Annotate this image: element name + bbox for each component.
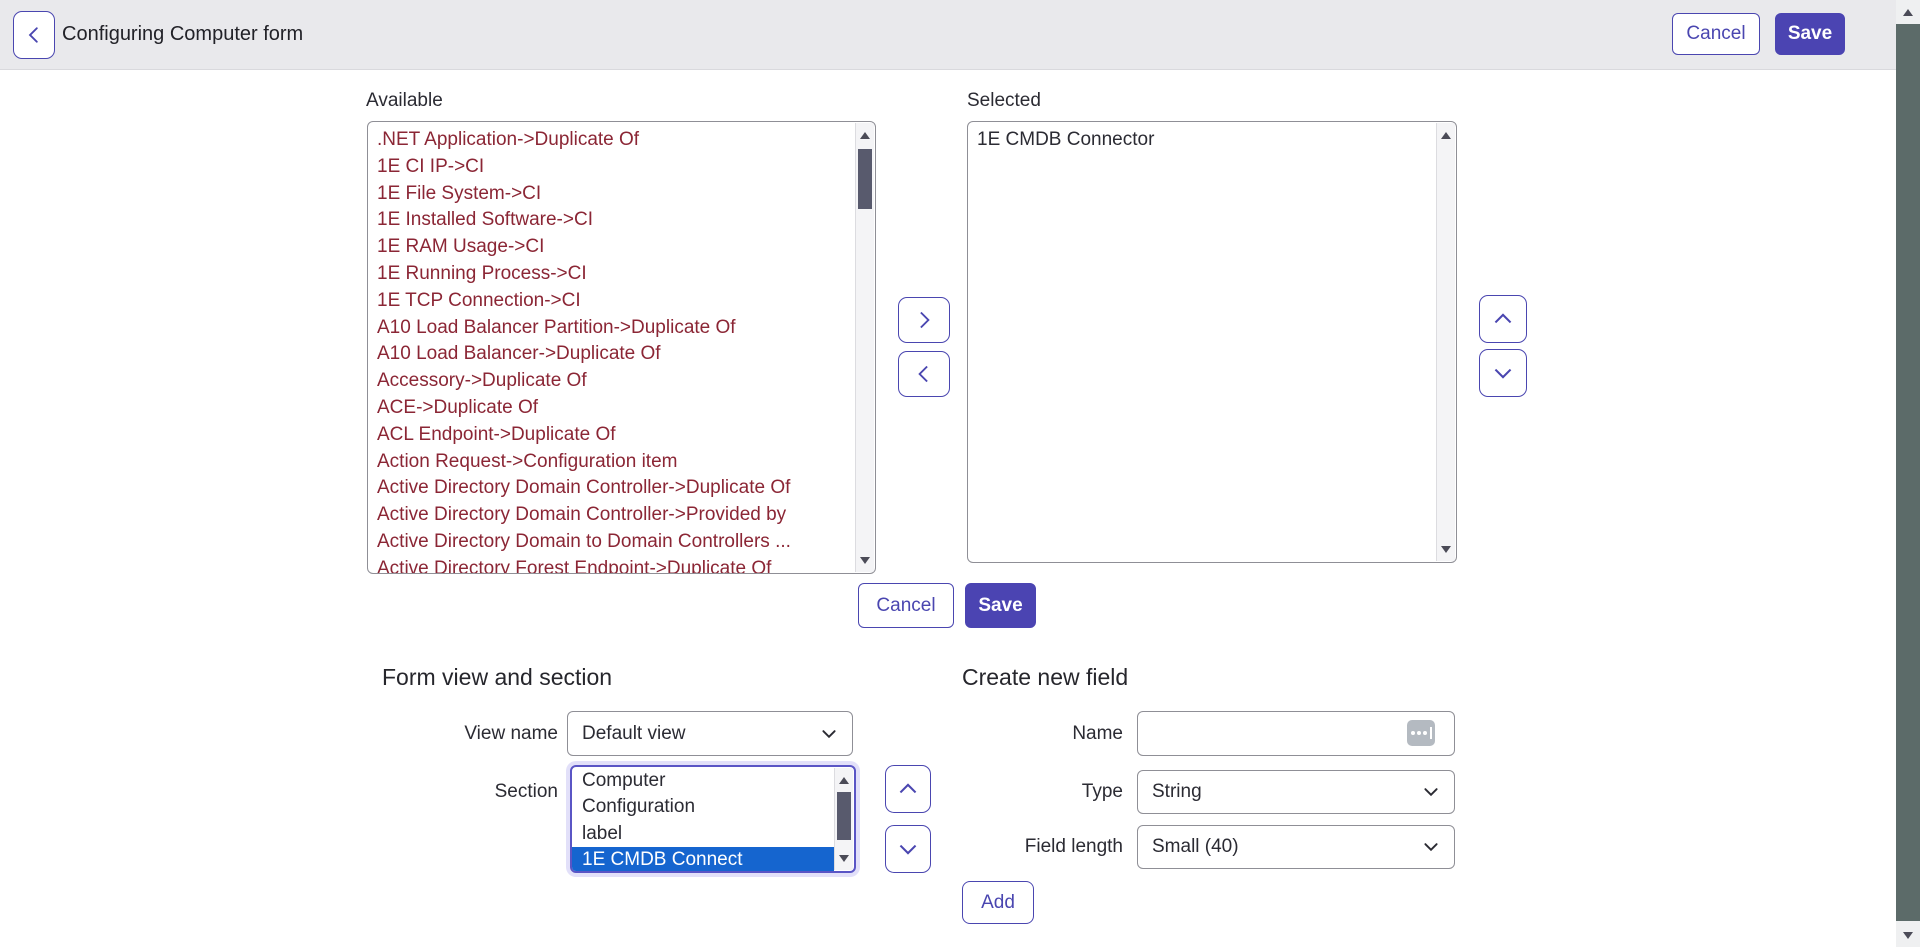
available-list-item[interactable]: 1E Running Process->CI [368,261,855,288]
header-cancel-button[interactable]: Cancel [1672,13,1760,55]
selected-listbox[interactable]: 1E CMDB Connector [967,121,1457,563]
available-list-item[interactable]: 1E File System->CI [368,181,855,208]
triangle-down-icon [839,855,849,862]
create-field-heading: Create new field [962,664,1128,691]
page-scrollbar-thumb[interactable] [1896,24,1920,921]
triangle-up-icon [1441,132,1451,139]
section-list-item[interactable]: Configuration [572,794,834,820]
triangle-up-icon [839,777,849,784]
selected-move-up-button[interactable] [1479,295,1527,343]
chevron-down-icon [1422,783,1440,801]
available-list-item[interactable]: .NET Application->Duplicate Of [368,127,855,154]
scroll-up-button[interactable] [1437,125,1455,145]
available-list-item[interactable]: Accessory->Duplicate Of [368,368,855,395]
back-button[interactable] [13,11,55,59]
name-label: Name [895,711,1123,756]
available-scrollbar[interactable] [855,123,874,572]
section-scrollbar[interactable] [834,768,853,870]
scroll-down-button[interactable] [1437,539,1455,559]
view-name-value: Default view [582,723,686,745]
field-length-select[interactable]: Small (40) [1137,825,1455,869]
header-bar: Configuring Computer form Cancel Save [0,0,1920,70]
move-to-available-button[interactable] [898,351,950,397]
chevron-down-icon [820,725,838,743]
available-list-item[interactable]: Active Directory Domain Controller->Prov… [368,502,855,529]
page-scroll-up-button[interactable] [1896,0,1920,24]
available-list-item[interactable]: 1E Installed Software->CI [368,207,855,234]
chevron-left-icon [25,25,43,45]
available-list-item[interactable]: A10 Load Balancer->Duplicate Of [368,341,855,368]
add-field-button[interactable]: Add [962,881,1034,924]
available-list-item[interactable]: Active Directory Forest Endpoint->Duplic… [368,556,855,573]
available-listbox[interactable]: .NET Application->Duplicate Of1E CI IP->… [367,121,876,574]
field-length-value: Small (40) [1152,836,1239,858]
selected-list: 1E CMDB Connector [968,127,1436,562]
triangle-up-icon [1903,9,1913,16]
section-label: Section [330,770,558,814]
page-scroll-down-button[interactable] [1896,923,1920,947]
configure-form-page: Configuring Computer form Cancel Save Av… [0,0,1920,947]
available-list: .NET Application->Duplicate Of1E CI IP->… [368,127,855,573]
page-scrollbar[interactable] [1896,0,1920,947]
chevron-down-icon [1492,362,1514,384]
chevron-up-icon [1492,308,1514,330]
selected-list-item[interactable]: 1E CMDB Connector [968,127,1436,154]
available-list-item[interactable]: 1E RAM Usage->CI [368,234,855,261]
selected-scrollbar[interactable] [1436,123,1455,561]
available-list-item[interactable]: 1E CI IP->CI [368,154,855,181]
page-title: Configuring Computer form [62,0,303,69]
available-list-item[interactable]: ACE->Duplicate Of [368,395,855,422]
triangle-down-icon [860,557,870,564]
scrollbar-thumb[interactable] [837,792,851,840]
triangle-down-icon [1441,546,1451,553]
section-list: ComputerConfigurationlabel1E CMDB Connec… [572,768,834,871]
chevron-left-icon [914,364,934,384]
available-list-item[interactable]: 1E TCP Connection->CI [368,288,855,315]
scroll-up-button[interactable] [835,770,853,790]
available-list-item[interactable]: Active Directory Domain to Domain Contro… [368,529,855,556]
chevron-right-icon [914,310,934,330]
view-name-select[interactable]: Default view [567,711,853,756]
field-length-label: Field length [895,825,1123,869]
header-save-button[interactable]: Save [1775,13,1845,55]
scrollbar-thumb[interactable] [858,149,872,209]
triangle-up-icon [860,132,870,139]
available-list-item[interactable]: Active Directory Domain Controller->Dupl… [368,475,855,502]
view-name-label: View name [330,711,558,756]
move-to-selected-button[interactable] [898,297,950,343]
slush-cancel-button[interactable]: Cancel [858,583,954,628]
chevron-down-icon [1422,838,1440,856]
section-listbox[interactable]: ComputerConfigurationlabel1E CMDB Connec… [570,765,856,873]
triangle-down-icon [1903,932,1913,939]
form-view-heading: Form view and section [382,664,612,691]
type-select[interactable]: String [1137,770,1455,814]
section-list-item[interactable]: 1E CMDB Connect [572,847,834,871]
type-label: Type [895,770,1123,814]
available-list-item[interactable]: A10 Load Balancer Partition->Duplicate O… [368,315,855,342]
scroll-down-button[interactable] [856,550,874,570]
selected-label: Selected [967,90,1041,112]
available-list-item[interactable]: ACL Endpoint->Duplicate Of [368,422,855,449]
text-cursor-icon [1407,720,1435,746]
selected-move-down-button[interactable] [1479,349,1527,397]
section-list-item[interactable]: Computer [572,768,834,794]
available-label: Available [366,90,443,112]
scroll-up-button[interactable] [856,125,874,145]
section-list-item[interactable]: label [572,821,834,847]
scroll-down-button[interactable] [835,848,853,868]
available-list-item[interactable]: Action Request->Configuration item [368,449,855,476]
type-value: String [1152,781,1202,803]
slush-save-button[interactable]: Save [965,583,1036,628]
